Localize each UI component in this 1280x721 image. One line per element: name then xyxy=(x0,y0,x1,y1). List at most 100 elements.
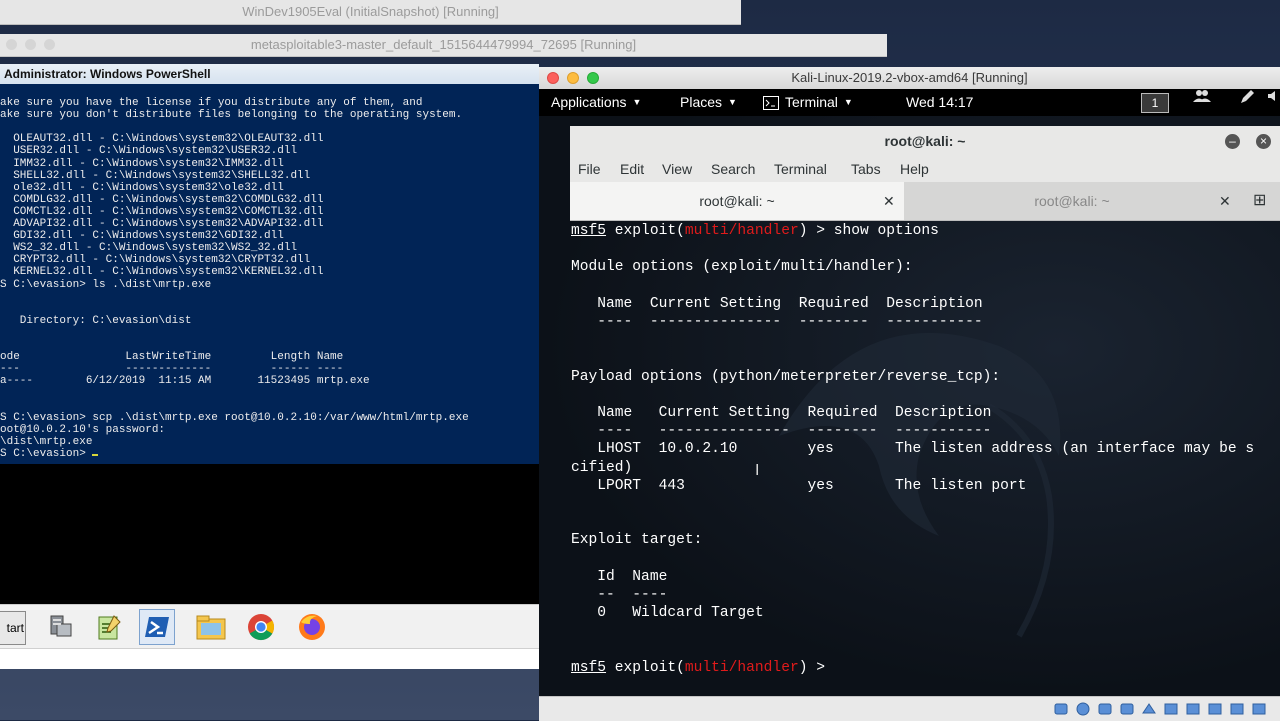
applications-menu[interactable]: Applications ▼ xyxy=(551,89,641,116)
terminal-line: -- ---- xyxy=(571,586,667,604)
workspace-indicator[interactable]: 1 xyxy=(1141,93,1169,113)
applications-label: Applications xyxy=(551,94,627,110)
menu-terminal[interactable]: Terminal xyxy=(774,156,827,182)
terminal-line: Exploit target: xyxy=(571,531,702,549)
terminal-text: 0 Wildcard Target xyxy=(571,605,764,622)
console-line: oot@10.0.2.10's password: xyxy=(0,423,166,436)
kali-vbox-titlebar[interactable]: Kali-Linux-2019.2-vbox-amd64 [Running] xyxy=(539,67,1280,90)
tab-2[interactable]: root@kali: ~ xyxy=(904,182,1240,220)
terminal-text: exploit( xyxy=(606,659,685,676)
terminal-text: Id Name xyxy=(571,568,668,585)
terminal-text: cified) xyxy=(571,459,633,476)
terminal-headerbar[interactable]: root@kali: ~ – × xyxy=(570,126,1280,156)
vbox-window-title: metasploitable3-master_default_151564447… xyxy=(250,37,637,52)
module-name: multi/handler xyxy=(684,223,799,239)
file-explorer-icon[interactable] xyxy=(193,609,229,645)
tab-label: root@kali: ~ xyxy=(1034,193,1110,209)
msf-prompt: msf5 xyxy=(571,659,607,676)
terminal-line: msf5 exploit(multi/handler) > xyxy=(571,659,834,677)
tab-close-icon[interactable]: ✕ xyxy=(1219,182,1231,220)
gnome-top-panel: Applications ▼ Places ▼ Terminal ▼ Wed 1… xyxy=(539,89,1280,116)
console-line: S C:\evasion> xyxy=(0,448,99,460)
terminal-app-menu[interactable]: Terminal ▼ xyxy=(763,89,853,116)
console-line: IMM32.dll - C:\Windows\system32\IMM32.dl… xyxy=(0,157,284,170)
console-line: SHELL32.dll - C:\Windows\system32\SHELL3… xyxy=(0,169,311,182)
terminal-text: Payload options (python/meterpreter/reve… xyxy=(571,368,1001,385)
terminal-line: cified) xyxy=(571,459,632,477)
console-line: a---- 6/12/2019 11:15 AM 11523495 mrtp.e… xyxy=(0,375,370,388)
terminal-line: ---- --------------- -------- ----------… xyxy=(571,313,982,331)
vbox-window-windev-titlebar[interactable]: WinDev1905Eval (InitialSnapshot) [Runnin… xyxy=(0,0,741,25)
console-line: S C:\evasion> ls .\dist\mrtp.exe xyxy=(0,278,212,291)
menu-view[interactable]: View xyxy=(662,156,692,182)
terminal-output[interactable]: msf5 exploit(multi/handler) > show optio… xyxy=(570,220,1280,690)
terminal-tabbar: root@kali: ~ ✕ root@kali: ~ ✕ ⊞ xyxy=(570,182,1280,221)
console-line: ake sure you don't distribute files belo… xyxy=(0,109,463,122)
terminal-text: -- ---- xyxy=(571,587,668,603)
console-line: ode LastWriteTime Length Name xyxy=(0,351,344,364)
terminal-line: LHOST 10.0.2.10 yes The listen address (… xyxy=(571,440,1254,458)
terminal-line: Id Name xyxy=(571,568,667,586)
users-icon[interactable] xyxy=(1193,89,1211,103)
menu-tabs[interactable]: Tabs xyxy=(851,156,881,182)
firefox-icon[interactable] xyxy=(294,609,330,645)
menu-edit[interactable]: Edit xyxy=(620,156,644,182)
module-name: multi/handler xyxy=(684,659,799,676)
terminal-text: ---- --------------- -------- ----------… xyxy=(571,423,992,440)
terminal-text: Module options (exploit/multi/handler): xyxy=(571,259,913,276)
minimize-icon[interactable]: – xyxy=(1225,134,1240,149)
text-cursor-icon: I xyxy=(755,462,759,480)
console-line: --- ------------- ------ ---- xyxy=(0,363,344,376)
terminal-line: LPORT 443 yes The listen port xyxy=(571,477,1026,495)
powershell-title: Administrator: Windows PowerShell xyxy=(4,67,211,81)
terminal-line: ---- --------------- -------- ----------… xyxy=(571,422,991,440)
powershell-icon[interactable] xyxy=(139,609,175,645)
console-line: GDI32.dll - C:\Windows\system32\GDI32.dl… xyxy=(0,230,284,243)
start-button[interactable]: tart xyxy=(0,611,26,645)
close-icon[interactable]: × xyxy=(1256,134,1271,149)
vbox-window-title: WinDev1905Eval (InitialSnapshot) [Runnin… xyxy=(242,4,499,19)
tab-label: root@kali: ~ xyxy=(699,193,775,209)
console-line: ake sure you have the license if you dis… xyxy=(0,97,423,109)
terminal-text: ) > xyxy=(798,659,834,676)
terminal-menubar: File Edit View Search Terminal Tabs Help xyxy=(570,156,1280,182)
console-line: \dist\mrtp.exe xyxy=(0,435,93,448)
places-label: Places xyxy=(680,94,723,110)
msf-prompt: msf5 xyxy=(571,223,607,239)
terminal-title: root@kali: ~ xyxy=(884,133,966,149)
windows-desktop-area xyxy=(0,464,539,604)
terminal-text: Name Current Setting Required Descriptio… xyxy=(571,405,992,421)
terminal-text: LPORT 443 yes The listen port xyxy=(571,477,1027,494)
terminal-text: ) > show options xyxy=(798,223,939,239)
terminal-line: 0 Wildcard Target xyxy=(571,604,764,622)
new-tab-icon[interactable]: ⊞ xyxy=(1253,182,1266,220)
powershell-titlebar[interactable]: Administrator: Windows PowerShell xyxy=(0,64,539,85)
terminal-line: msf5 exploit(multi/handler) > show optio… xyxy=(571,222,939,240)
tab-1[interactable]: root@kali: ~ xyxy=(570,182,904,220)
console-line: ole32.dll - C:\Windows\system32\ole32.dl… xyxy=(0,181,284,194)
terminal-text: Name Current Setting Required Descriptio… xyxy=(571,295,983,312)
volume-icon[interactable] xyxy=(1267,89,1280,103)
tab-close-icon[interactable]: ✕ xyxy=(883,182,895,220)
console-line: Directory: C:\evasion\dist xyxy=(0,314,192,327)
server-manager-icon[interactable] xyxy=(42,609,78,645)
powershell-console[interactable]: ake sure you have the license if you dis… xyxy=(0,84,539,464)
pen-icon[interactable] xyxy=(1239,89,1255,105)
text-cursor xyxy=(92,453,99,456)
menu-search[interactable]: Search xyxy=(711,156,755,182)
terminal-app-label: Terminal xyxy=(785,94,838,110)
console-line: COMDLG32.dll - C:\Windows\system32\COMDL… xyxy=(0,193,324,206)
menu-file[interactable]: File xyxy=(578,156,601,182)
caret-down-icon: ▼ xyxy=(728,97,737,107)
places-menu[interactable]: Places ▼ xyxy=(680,89,737,116)
notepad-icon[interactable] xyxy=(91,609,127,645)
menu-help[interactable]: Help xyxy=(900,156,929,182)
console-line: USER32.dll - C:\Windows\system32\USER32.… xyxy=(0,145,298,158)
clock[interactable]: Wed 14:17 xyxy=(906,89,973,116)
terminal-line: Name Current Setting Required Descriptio… xyxy=(571,404,991,422)
chrome-icon[interactable] xyxy=(243,609,279,645)
vbox-statusbar-windows xyxy=(0,648,539,669)
terminal-text: Exploit target: xyxy=(571,532,703,549)
vbox-window-metasploitable-titlebar[interactable]: metasploitable3-master_default_151564447… xyxy=(0,34,887,57)
console-line: CRYPT32.dll - C:\Windows\system32\CRYPT3… xyxy=(0,254,311,267)
